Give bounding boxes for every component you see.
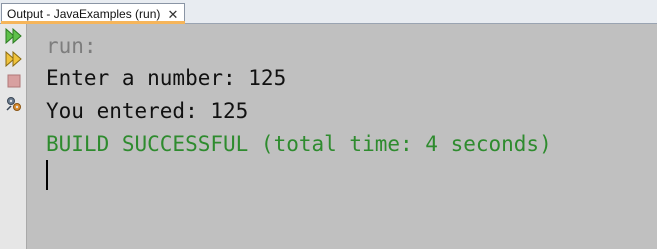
- rerun-icon[interactable]: [4, 26, 23, 45]
- tab-bar: Output - JavaExamples (run) ✕: [0, 0, 657, 24]
- echo-line: You entered: 125: [46, 99, 249, 123]
- output-console[interactable]: run: Enter a number: 125 You entered: 12…: [27, 24, 657, 249]
- build-status-line: BUILD SUCCESSFUL (total time: 4 seconds): [46, 132, 552, 156]
- tab-output-label: Output - JavaExamples (run): [7, 7, 161, 21]
- output-toolbar: [0, 24, 27, 249]
- stop-icon[interactable]: [4, 71, 23, 90]
- run-label: run:: [46, 34, 97, 58]
- settings-icon[interactable]: [4, 94, 23, 113]
- close-icon[interactable]: ✕: [166, 7, 180, 21]
- prompt-line: Enter a number: 125: [46, 66, 287, 90]
- text-caret: [46, 160, 48, 190]
- rerun-with-args-icon[interactable]: [4, 49, 23, 68]
